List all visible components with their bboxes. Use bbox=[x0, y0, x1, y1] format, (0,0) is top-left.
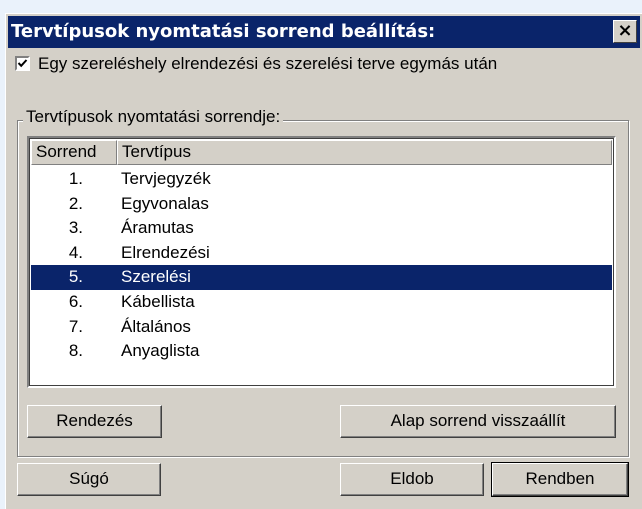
close-button[interactable]: × bbox=[613, 20, 637, 43]
list-row-selected[interactable]: 5. Szerelési bbox=[31, 265, 612, 290]
ok-button[interactable]: Rendben bbox=[491, 462, 629, 497]
sequential-plans-checkbox[interactable] bbox=[15, 56, 30, 71]
row-order: 7. bbox=[68, 316, 83, 336]
column-header-plan-type[interactable]: Tervtípus bbox=[117, 140, 612, 165]
dialog-title: Tervtípusok nyomtatási sorrend beállítás… bbox=[11, 21, 436, 42]
reset-order-button[interactable]: Alap sorrend visszaállít bbox=[340, 405, 616, 438]
checkmark-icon bbox=[17, 59, 28, 68]
row-order: 5. bbox=[68, 267, 83, 287]
sort-button[interactable]: Rendezés bbox=[27, 405, 162, 438]
list-row[interactable]: 8. Anyaglista bbox=[31, 339, 612, 364]
list-row[interactable]: 3. Áramutas bbox=[31, 216, 612, 241]
sequential-plans-option[interactable]: Egy szereléshely elrendezési és szerelés… bbox=[15, 54, 497, 74]
row-plan-type: Áramutas bbox=[121, 218, 194, 238]
help-button[interactable]: Súgó bbox=[17, 463, 161, 496]
row-plan-type: Elrendezési bbox=[121, 242, 210, 262]
list-row[interactable]: 6. Kábellista bbox=[31, 290, 612, 315]
row-plan-type: Szerelési bbox=[121, 267, 191, 287]
row-order: 4. bbox=[68, 242, 83, 262]
list-rows: 1. Tervjegyzék 2. Egyvonalas 3. Áramutas… bbox=[31, 167, 612, 364]
discard-button[interactable]: Eldob bbox=[340, 463, 484, 496]
row-order: 2. bbox=[68, 193, 83, 213]
row-order: 3. bbox=[68, 218, 83, 238]
list-row[interactable]: 4. Elrendezési bbox=[31, 241, 612, 266]
list-header: Sorrend Tervtípus bbox=[31, 140, 612, 165]
row-plan-type: Anyaglista bbox=[121, 341, 200, 361]
print-order-group-label: Tervtípusok nyomtatási sorrendje: bbox=[23, 107, 284, 127]
row-plan-type: Tervjegyzék bbox=[121, 169, 211, 188]
row-plan-type: Általános bbox=[121, 316, 191, 336]
row-order: 8. bbox=[68, 341, 83, 361]
row-plan-type: Egyvonalas bbox=[121, 193, 209, 213]
row-order: 1. bbox=[68, 169, 83, 188]
sequential-plans-label: Egy szereléshely elrendezési és szerelés… bbox=[38, 54, 498, 73]
list-row[interactable]: 7. Általános bbox=[31, 315, 612, 340]
row-order: 6. bbox=[68, 291, 83, 311]
column-header-order[interactable]: Sorrend bbox=[31, 140, 117, 165]
close-icon: × bbox=[617, 20, 633, 41]
list-row[interactable]: 1. Tervjegyzék bbox=[31, 167, 612, 192]
title-bar[interactable]: Tervtípusok nyomtatási sorrend beállítás… bbox=[8, 16, 640, 48]
list-row[interactable]: 2. Egyvonalas bbox=[31, 192, 612, 217]
print-order-list[interactable]: Sorrend Tervtípus 1. Tervjegyzék 2. Egyv… bbox=[27, 136, 616, 388]
row-plan-type: Kábellista bbox=[121, 291, 195, 311]
